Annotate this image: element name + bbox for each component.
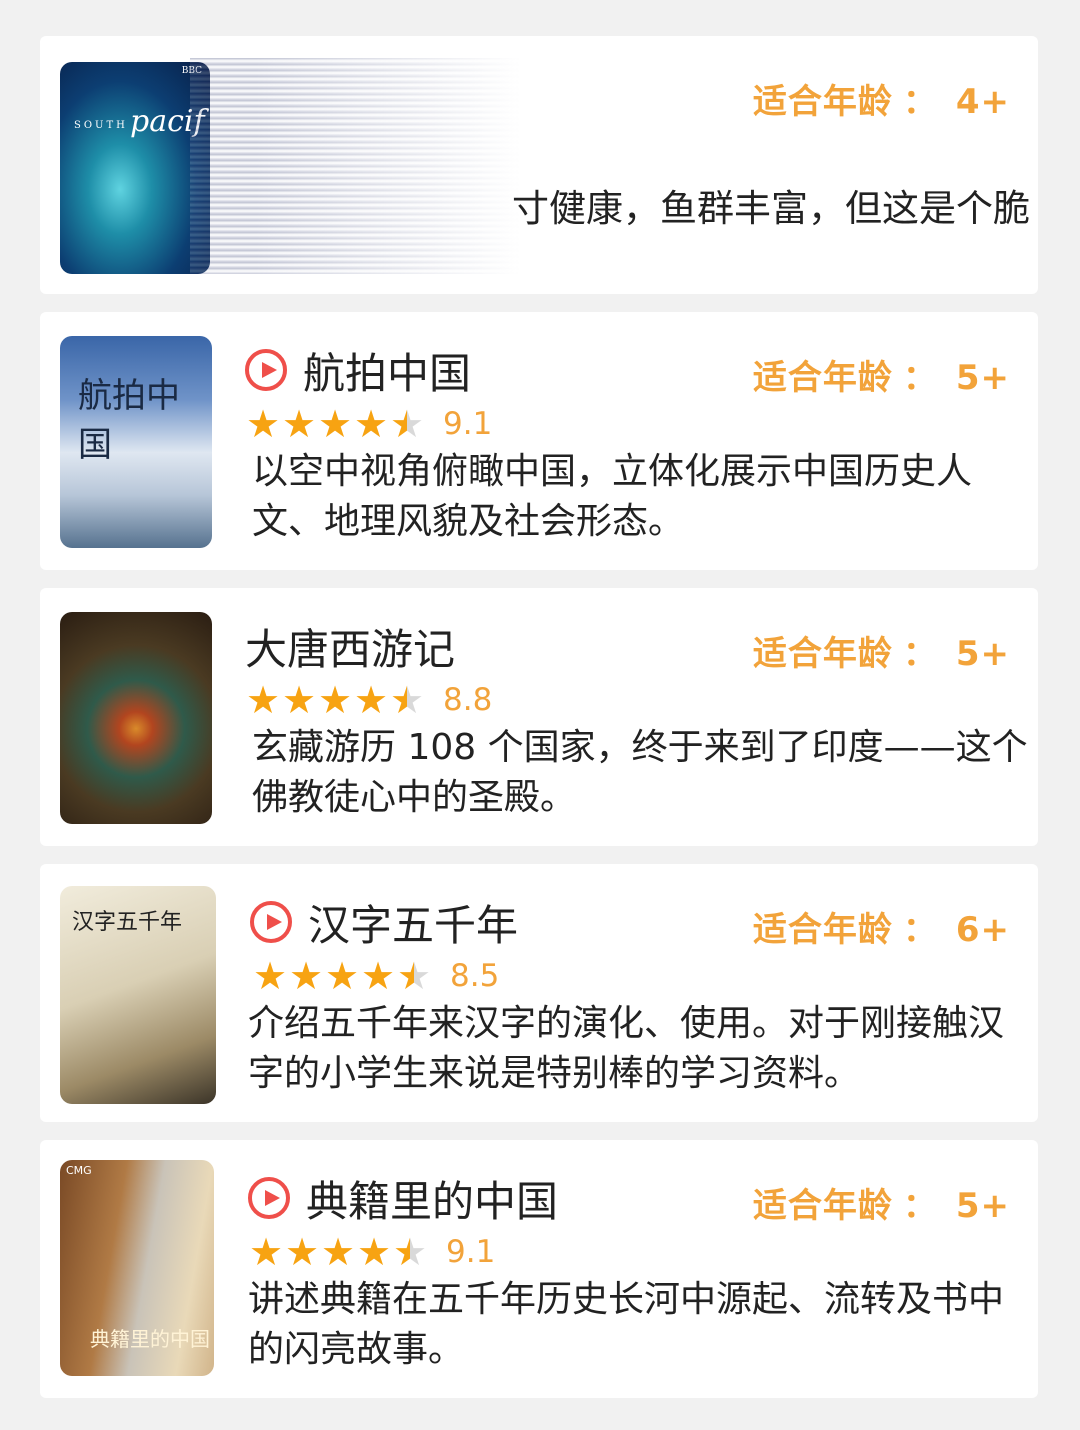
play-icon[interactable] (250, 901, 292, 943)
half-star-icon: ★ (392, 1230, 428, 1274)
blur-smear (190, 58, 520, 274)
rating-score: 8.8 (443, 682, 493, 718)
poster-hanzi-wuqiannian[interactable]: 汉字五千年 (60, 886, 216, 1104)
age-label: 适合年龄 (752, 358, 893, 398)
documentary-card-2[interactable]: 航拍中国 适合年龄： 5+ 航拍中国 ★ ★ ★ ★ ★ 9.1 以空中视角俯瞰中… (40, 312, 1038, 570)
age-label: 适合年龄 (752, 82, 893, 122)
star-icon: ★ (317, 402, 353, 446)
poster-datang-xiyouji[interactable] (60, 612, 212, 824)
play-icon[interactable] (245, 349, 287, 391)
star-icon: ★ (281, 402, 317, 446)
card-description: 以空中视角俯瞰中国，立体化展示中国历史人文、地理风貌及社会形态。 (252, 451, 973, 542)
documentary-title[interactable]: 汉字五千年 (308, 892, 518, 953)
star-rating: ★ ★ ★ ★ ★ (245, 404, 425, 444)
star-icon: ★ (284, 1230, 320, 1274)
star-icon: ★ (360, 954, 396, 998)
age-label: 适合年龄 (752, 1186, 893, 1226)
star-icon: ★ (353, 678, 389, 722)
poster-dianji-li-de-zhongguo[interactable]: CMG 典籍里的中国 (60, 1160, 214, 1376)
age-value: 4+ (955, 82, 1010, 122)
play-icon[interactable] (248, 1177, 290, 1219)
star-icon: ★ (245, 678, 281, 722)
card-description: 玄藏游历 108 个国家，终于来到了印度——这个佛教徒心中的圣殿。 (252, 727, 1028, 818)
rating-score: 9.1 (446, 1234, 496, 1270)
star-icon: ★ (356, 1230, 392, 1274)
star-rating: ★ ★ ★ ★ ★ (252, 956, 432, 996)
age-rating: 适合年龄： 4+ (752, 82, 1010, 122)
star-icon: ★ (317, 678, 353, 722)
poster-south-pacific[interactable]: BBC SOUTH pacif (60, 62, 210, 274)
poster-aerial-china[interactable]: 航拍中国 (60, 336, 212, 548)
rating: ★ ★ ★ ★ ★ 8.8 (245, 680, 492, 720)
half-star-icon: ★ (389, 402, 425, 446)
star-icon: ★ (320, 1230, 356, 1274)
star-icon: ★ (248, 1230, 284, 1274)
age-rating: 适合年龄： 5+ (752, 1186, 1010, 1226)
documentary-title[interactable]: 大唐西游记 (245, 616, 455, 677)
card-description: 介绍五千年来汉字的演化、使用。对于刚接触汉字的小学生来说是特别棒的学习资料。 (248, 1003, 1005, 1094)
card-description: 寸健康，鱼群丰富，但这是个脆 (512, 187, 1030, 230)
age-value: 5+ (955, 1186, 1010, 1226)
star-rating: ★ ★ ★ ★ ★ (245, 680, 425, 720)
age-value: 5+ (955, 358, 1010, 398)
rating: ★ ★ ★ ★ ★ 9.1 (248, 1232, 495, 1272)
documentary-title[interactable]: 典籍里的中国 (306, 1168, 558, 1229)
star-rating: ★ ★ ★ ★ ★ (248, 1232, 428, 1272)
card-description: 讲述典籍在五千年历史长河中源起、流转及书中的闪亮故事。 (248, 1279, 1005, 1370)
documentary-title[interactable]: 航拍中国 (303, 340, 471, 401)
age-rating: 适合年龄： 5+ (752, 634, 1010, 674)
documentary-card-1[interactable]: BBC SOUTH pacif 适合年龄：4+ 寸健康，鱼群丰富，但这是个脆 (40, 36, 1038, 294)
star-icon: ★ (324, 954, 360, 998)
poster-prefix: SOUTH (74, 120, 128, 131)
rating: ★ ★ ★ ★ ★ 9.1 (245, 404, 492, 444)
age-value: 5+ (955, 634, 1010, 674)
rating: ★ ★ ★ ★ ★ 8.5 (252, 956, 499, 996)
half-star-icon: ★ (389, 678, 425, 722)
documentary-card-4[interactable]: 汉字五千年 适合年龄： 6+ 汉字五千年 ★ ★ ★ ★ ★ 8.5 介绍五千年来… (40, 864, 1038, 1122)
poster-brand: CMG (66, 1164, 92, 1177)
age-rating: 适合年龄： 6+ (752, 910, 1010, 950)
star-icon: ★ (281, 678, 317, 722)
rating-score: 9.1 (443, 406, 493, 442)
age-label: 适合年龄 (752, 910, 893, 950)
documentary-card-5[interactable]: CMG 典籍里的中国 适合年龄： 5+ 典籍里的中国 ★ ★ ★ ★ ★ 9.1 … (40, 1140, 1038, 1398)
documentary-card-3[interactable]: 适合年龄： 5+ 大唐西游记 ★ ★ ★ ★ ★ 8.8 玄藏游历 108 个国家… (40, 588, 1038, 846)
rating-score: 8.5 (450, 958, 500, 994)
age-label: 适合年龄 (752, 634, 893, 674)
star-icon: ★ (353, 402, 389, 446)
half-star-icon: ★ (396, 954, 432, 998)
star-icon: ★ (252, 954, 288, 998)
star-icon: ★ (245, 402, 281, 446)
age-rating: 适合年龄： 5+ (752, 358, 1010, 398)
star-icon: ★ (288, 954, 324, 998)
age-value: 6+ (955, 910, 1010, 950)
